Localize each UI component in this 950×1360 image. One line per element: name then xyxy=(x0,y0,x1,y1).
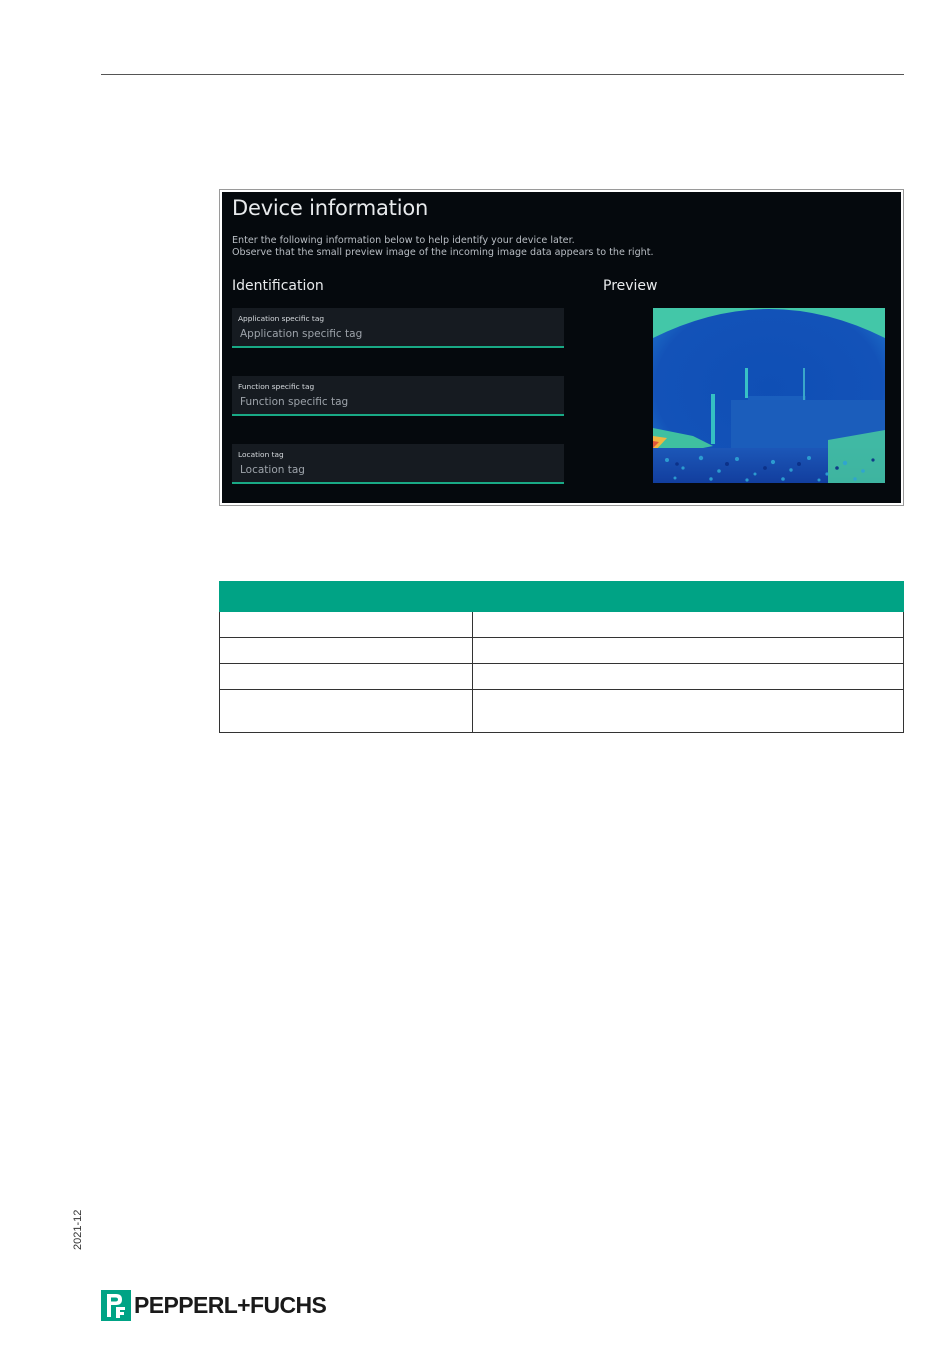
header-rule xyxy=(101,74,904,75)
table-cell xyxy=(472,637,904,664)
location-tag-input[interactable]: Location tag xyxy=(240,464,305,476)
application-tag-label: Application specific tag xyxy=(238,314,325,323)
page-description: Enter the following information below to… xyxy=(232,235,654,259)
date-code: 2021-12 xyxy=(72,1209,84,1250)
device-information-panel: Device information Enter the following i… xyxy=(222,192,901,503)
page-title: Device information xyxy=(232,196,429,220)
table-row xyxy=(219,611,904,638)
description-line-2: Observe that the small preview image of … xyxy=(232,247,654,258)
preview-heading: Preview xyxy=(603,278,658,294)
table-cell xyxy=(472,663,904,690)
table-cell xyxy=(219,663,473,690)
function-tag-input[interactable]: Function specific tag xyxy=(240,396,348,408)
device-information-screenshot: Device information Enter the following i… xyxy=(219,189,904,506)
table-cell xyxy=(472,611,904,638)
function-tag-label: Function specific tag xyxy=(238,382,315,391)
description-line-1: Enter the following information below to… xyxy=(232,235,575,246)
table-header-row xyxy=(219,581,904,612)
brand-mark-icon xyxy=(101,1290,131,1321)
application-tag-field[interactable]: Application specific tag Application spe… xyxy=(232,308,564,348)
data-table xyxy=(219,581,904,733)
location-tag-label: Location tag xyxy=(238,450,284,459)
table-header-cell-2 xyxy=(472,581,904,612)
table-cell xyxy=(472,689,904,733)
table-row xyxy=(219,637,904,664)
table-cell xyxy=(219,637,473,664)
identification-heading: Identification xyxy=(232,278,324,294)
table-row xyxy=(219,663,904,690)
brand-name: PEPPERL+FUCHS xyxy=(134,1292,327,1318)
table-row xyxy=(219,689,904,733)
depth-preview-image xyxy=(653,308,885,483)
function-tag-field[interactable]: Function specific tag Function specific … xyxy=(232,376,564,416)
table-cell xyxy=(219,689,473,733)
table-header-cell-1 xyxy=(219,581,473,612)
application-tag-input[interactable]: Application specific tag xyxy=(240,328,362,340)
brand-logo: PEPPERL+FUCHS xyxy=(101,1290,327,1321)
table-cell xyxy=(219,611,473,638)
location-tag-field[interactable]: Location tag Location tag xyxy=(232,444,564,484)
